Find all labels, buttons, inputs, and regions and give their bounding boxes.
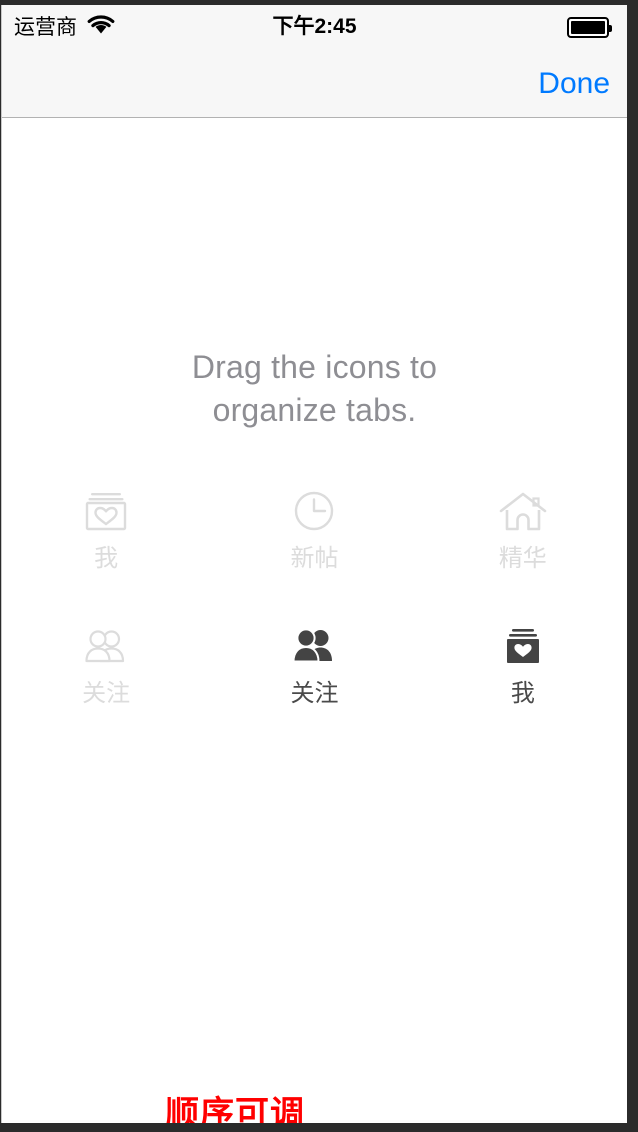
drag-hint-line1: Drag the icons to (191, 349, 438, 385)
content-area: Drag the icons to organize tabs. 我 新帖 精华… (2, 118, 627, 1123)
card-heart-icon (80, 486, 132, 538)
grid-icon-guanzhu-faded[interactable]: 关注 (2, 613, 210, 748)
grid-icon-label: 新帖 (290, 545, 339, 572)
clock-icon (288, 486, 340, 538)
grid-icon-label: 精华 (498, 545, 547, 572)
grid-icon-jinghua-faded[interactable]: 精华 (419, 478, 627, 613)
grid-icon-guanzhu-active[interactable]: 关注 (210, 613, 418, 748)
status-bar: 运营商 下午2:45 (2, 5, 627, 49)
people-icon (80, 621, 132, 673)
house-icon (497, 486, 549, 538)
card-heart-icon (497, 621, 549, 673)
grid-icon-wo-active[interactable]: 我 (419, 613, 627, 748)
grid-icon-label: 关注 (82, 680, 131, 707)
people-icon (288, 621, 340, 673)
navigation-bar: Done (2, 49, 627, 118)
grid-icon-label: 我 (510, 680, 535, 707)
drag-hint: Drag the icons to organize tabs. (2, 346, 627, 432)
phone-screen: 运营商 下午2:45 Done Drag the icons to organi… (1, 5, 627, 1123)
grid-icon-wo-faded[interactable]: 我 (2, 478, 210, 613)
device-frame: 运营商 下午2:45 Done Drag the icons to organi… (0, 0, 638, 1132)
drag-hint-line2: organize tabs. (212, 392, 417, 428)
status-time: 下午2:45 (272, 15, 357, 38)
grid-icon-label: 关注 (290, 680, 339, 707)
battery-full-icon (567, 17, 612, 38)
annotation-label: 顺序可调 (163, 1093, 306, 1123)
icon-grid: 我 新帖 精华 关注 关注 我 (2, 478, 627, 748)
icon-row: 我 新帖 精华 (2, 478, 627, 613)
done-button[interactable]: Done (538, 66, 610, 102)
icon-row: 关注 关注 我 (2, 613, 627, 748)
grid-icon-xintie-faded[interactable]: 新帖 (210, 478, 418, 613)
grid-icon-label: 我 (94, 545, 119, 572)
